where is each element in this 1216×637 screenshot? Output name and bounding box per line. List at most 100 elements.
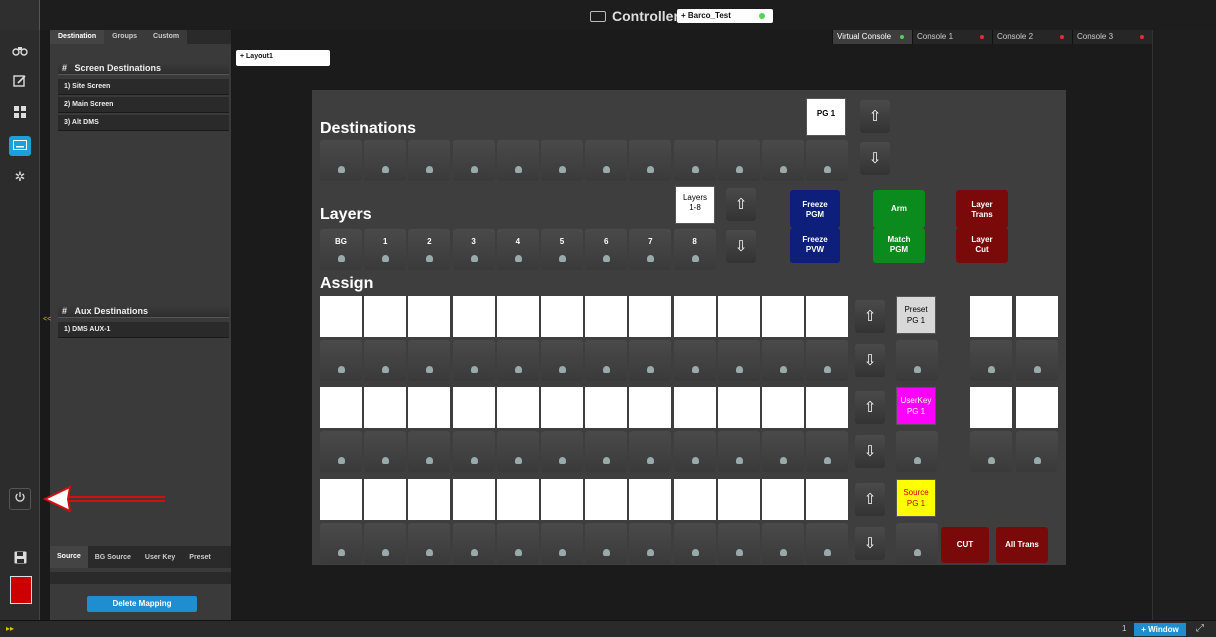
console-key[interactable]: [320, 431, 362, 472]
console-key[interactable]: [629, 431, 672, 472]
console-key[interactable]: [896, 431, 938, 472]
console-key[interactable]: [585, 431, 628, 472]
assign-down-button[interactable]: ⇩: [855, 435, 885, 468]
console-key[interactable]: [496, 431, 539, 472]
console-key[interactable]: [806, 140, 849, 181]
assign-slot[interactable]: [629, 387, 672, 428]
console-key[interactable]: 5: [541, 229, 583, 270]
assign-slot[interactable]: [585, 296, 628, 337]
assign-slot[interactable]: [629, 296, 672, 337]
all-trans-button[interactable]: All Trans: [996, 527, 1048, 563]
assign-slot[interactable]: [452, 479, 495, 520]
assign-slot[interactable]: [408, 387, 451, 428]
assign-slot[interactable]: [496, 479, 539, 520]
console-key[interactable]: [806, 431, 849, 472]
arm-button[interactable]: Arm: [873, 190, 925, 228]
power-icon[interactable]: [9, 488, 31, 510]
console-key[interactable]: 4: [496, 229, 539, 270]
assign-slot[interactable]: [541, 479, 583, 520]
console-key[interactable]: [408, 431, 451, 472]
console-key[interactable]: [806, 340, 849, 381]
console-key[interactable]: [320, 340, 362, 381]
console-key[interactable]: [585, 140, 628, 181]
assign-slot[interactable]: [762, 479, 804, 520]
console-key[interactable]: [541, 523, 583, 564]
console-key[interactable]: 7: [629, 229, 672, 270]
console-key[interactable]: [970, 431, 1012, 472]
assign-slot[interactable]: [1016, 387, 1058, 428]
console-key[interactable]: [408, 340, 451, 381]
assign-slot[interactable]: [806, 479, 849, 520]
tab-source[interactable]: Source: [50, 546, 88, 568]
assign-slot[interactable]: [673, 296, 716, 337]
console-key[interactable]: [629, 140, 672, 181]
console-key[interactable]: [896, 340, 938, 381]
console-key[interactable]: BG: [320, 229, 362, 270]
tab-custom[interactable]: Custom: [145, 30, 188, 44]
binoculars-icon[interactable]: [9, 42, 31, 62]
assign-up-button[interactable]: ⇧: [855, 300, 885, 333]
tab-groups[interactable]: Groups: [104, 30, 146, 44]
assign-slot[interactable]: [717, 387, 760, 428]
tab-preset[interactable]: Preset: [182, 554, 217, 561]
console-key[interactable]: [496, 140, 539, 181]
console-key[interactable]: [320, 140, 362, 181]
assign-slot[interactable]: [970, 296, 1012, 337]
cut-button[interactable]: CUT: [941, 527, 989, 563]
console-key[interactable]: [896, 523, 938, 564]
page-up-button[interactable]: ⇧: [860, 100, 890, 133]
tab-destination[interactable]: Destination: [50, 30, 105, 44]
tab-console-1[interactable]: Console 1: [912, 30, 992, 44]
assign-slot[interactable]: [762, 387, 804, 428]
assign-slot[interactable]: [673, 387, 716, 428]
grid-icon[interactable]: [9, 105, 31, 125]
layer-cut-button[interactable]: Layer Cut: [956, 228, 1008, 263]
console-key[interactable]: 8: [673, 229, 716, 270]
tab-console-2[interactable]: Console 2: [992, 30, 1072, 44]
list-item[interactable]: 2) Main Screen: [58, 97, 229, 113]
console-key[interactable]: [364, 140, 407, 181]
console-key[interactable]: [541, 140, 583, 181]
console-key[interactable]: [408, 523, 451, 564]
save-icon[interactable]: [9, 550, 31, 570]
assign-slot[interactable]: [541, 296, 583, 337]
list-item[interactable]: 1) Site Screen: [58, 79, 229, 95]
assign-slot[interactable]: [496, 296, 539, 337]
assign-down-button[interactable]: ⇩: [855, 344, 885, 377]
assign-down-button[interactable]: ⇩: [855, 527, 885, 560]
assign-slot[interactable]: [673, 479, 716, 520]
assign-slot[interactable]: [1016, 296, 1058, 337]
console-key[interactable]: [585, 340, 628, 381]
console-key[interactable]: [585, 523, 628, 564]
console-key[interactable]: [629, 340, 672, 381]
layer-trans-button[interactable]: Layer Trans: [956, 190, 1008, 228]
console-key[interactable]: [541, 431, 583, 472]
console-key[interactable]: [717, 140, 760, 181]
assign-slot[interactable]: [806, 296, 849, 337]
tab-user-key[interactable]: User Key: [138, 554, 182, 561]
console-key[interactable]: [673, 340, 716, 381]
console-key[interactable]: [970, 340, 1012, 381]
tab-bg-source[interactable]: BG Source: [88, 554, 138, 561]
layers-up-button[interactable]: ⇧: [726, 188, 756, 221]
freeze-pvw-button[interactable]: Freeze PVW: [790, 228, 840, 263]
collapse-panel-icon[interactable]: <<: [43, 316, 51, 323]
console-key[interactable]: [673, 431, 716, 472]
console-key[interactable]: [717, 431, 760, 472]
console-key[interactable]: [496, 523, 539, 564]
console-key[interactable]: 1: [364, 229, 407, 270]
delete-mapping-button[interactable]: Delete Mapping: [87, 596, 197, 612]
assign-slot[interactable]: [717, 296, 760, 337]
console-key[interactable]: [1016, 340, 1058, 381]
assign-slot[interactable]: [970, 387, 1012, 428]
console-key[interactable]: [806, 523, 849, 564]
assign-slot[interactable]: [320, 479, 362, 520]
console-key[interactable]: [762, 431, 804, 472]
assign-slot[interactable]: [452, 387, 495, 428]
layers-down-button[interactable]: ⇩: [726, 230, 756, 263]
assign-slot[interactable]: [762, 296, 804, 337]
tab-virtual-console[interactable]: Virtual Console: [832, 30, 912, 44]
assign-slot[interactable]: [408, 479, 451, 520]
console-key[interactable]: [364, 523, 407, 564]
assign-slot[interactable]: [629, 479, 672, 520]
